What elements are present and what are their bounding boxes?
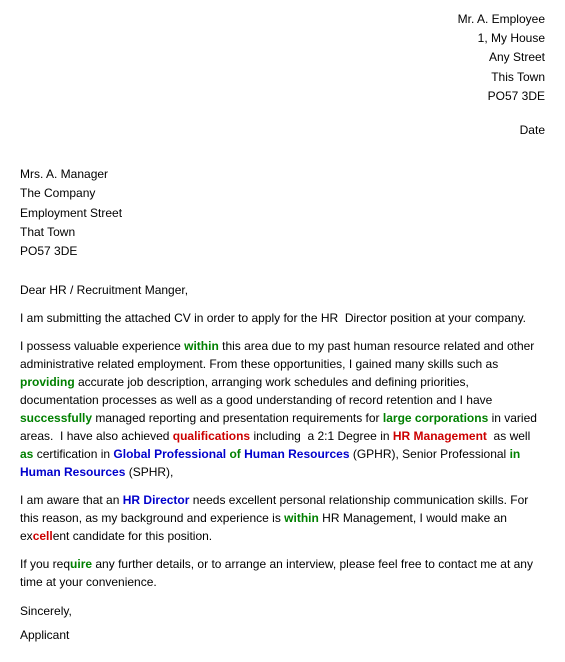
recipient-name: Mrs. A. Manager [20, 165, 545, 184]
date-label: Date [20, 121, 545, 140]
closing-section: Sincerely, [20, 601, 545, 623]
sender-name: Mr. A. Employee [20, 10, 545, 29]
highlight-as: as [20, 447, 33, 461]
highlight-within: within [184, 339, 219, 353]
highlight-qualifications: qualifications [173, 429, 250, 443]
sender-postcode: PO57 3DE [20, 87, 545, 106]
sender-house: 1, My House [20, 29, 545, 48]
sender-address: Mr. A. Employee 1, My House Any Street T… [20, 10, 545, 106]
recipient-address: Mrs. A. Manager The Company Employment S… [20, 165, 545, 261]
closing-paragraph: If you require any further details, or t… [20, 555, 545, 591]
highlight-hr-director: HR Director [123, 493, 190, 507]
highlight-large: large corporations [383, 411, 488, 425]
recipient-street: Employment Street [20, 204, 545, 223]
highlight-of: of [229, 447, 240, 461]
highlight-human-res: Human Resources [244, 447, 349, 461]
highlight-human-res2: Human Resources [20, 465, 125, 479]
salutation: Dear HR / Recruitment Manger, [20, 281, 545, 299]
recipient-company: The Company [20, 184, 545, 203]
recipient-town: That Town [20, 223, 545, 242]
highlight-global: Global Professional [113, 447, 226, 461]
recipient-postcode: PO57 3DE [20, 242, 545, 261]
awareness-paragraph: I am aware that an HR Director needs exc… [20, 491, 545, 545]
highlight-hr-mgmt: HR Management [393, 429, 487, 443]
applicant-label: Applicant [20, 628, 545, 642]
sender-town: This Town [20, 68, 545, 87]
experience-paragraph: I possess valuable experience within thi… [20, 337, 545, 481]
highlight-cell: cell [33, 529, 53, 543]
sender-street: Any Street [20, 48, 545, 67]
highlight-uire: uire [70, 557, 92, 571]
highlight-providing: providing [20, 375, 75, 389]
closing-label: Sincerely, [20, 601, 545, 623]
date-line: Date [20, 121, 545, 140]
highlight-within2: within [284, 511, 319, 525]
highlight-in: in [510, 447, 521, 461]
highlight-successfully: successfully [20, 411, 92, 425]
intro-paragraph: I am submitting the attached CV in order… [20, 309, 545, 327]
